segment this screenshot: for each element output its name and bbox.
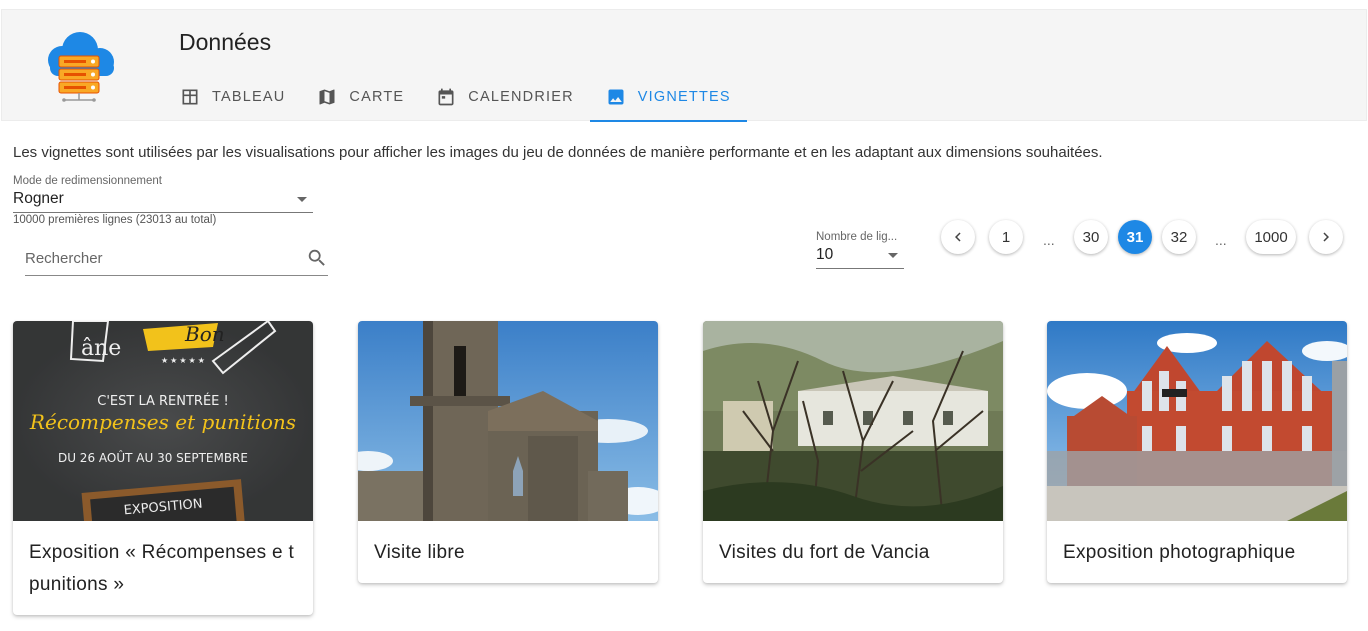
prev-page-button[interactable] bbox=[941, 220, 975, 254]
thumbnail-card[interactable]: Visites du fort de Vancia bbox=[703, 321, 1003, 583]
svg-text:Bon: Bon bbox=[184, 322, 225, 346]
tab-tableau[interactable]: TABLEAU bbox=[164, 74, 301, 120]
map-icon bbox=[319, 89, 335, 105]
page-button[interactable]: 30 bbox=[1074, 220, 1108, 254]
svg-text:âne: âne bbox=[81, 336, 121, 361]
thumbnail-image bbox=[358, 321, 658, 521]
thumbnail-image bbox=[1047, 321, 1347, 521]
cloud-server-icon bbox=[40, 24, 122, 106]
dropdown-caret-icon bbox=[297, 197, 307, 202]
thumbnail-card[interactable]: Exposition photographique bbox=[1047, 321, 1347, 583]
svg-text:★★★★★: ★★★★★ bbox=[161, 356, 207, 365]
tab-label: CARTE bbox=[349, 89, 405, 105]
thumb-text: Récompenses et punitions bbox=[29, 410, 296, 434]
resize-mode-select[interactable]: Mode de redimensionnement Rogner bbox=[13, 175, 313, 213]
tab-carte[interactable]: CARTE bbox=[301, 74, 420, 120]
resize-mode-value-box[interactable]: Rogner bbox=[13, 187, 313, 213]
calendar-icon bbox=[438, 88, 454, 106]
rows-per-page-value-box[interactable]: 10 bbox=[816, 243, 904, 269]
rows-per-page-select[interactable]: Nombre de lig... 10 bbox=[816, 231, 904, 269]
rows-per-page-value: 10 bbox=[816, 246, 834, 263]
tab-label: TABLEAU bbox=[212, 89, 286, 105]
thumb-text: C'EST LA RENTRÉE ! bbox=[97, 393, 228, 409]
resize-mode-label: Mode de redimensionnement bbox=[13, 175, 162, 187]
search-input[interactable] bbox=[25, 244, 295, 272]
thumbnail-card[interactable]: Visite libre bbox=[358, 321, 658, 583]
rows-per-page-label: Nombre de lig... bbox=[816, 231, 898, 243]
search-icon[interactable] bbox=[306, 247, 328, 269]
pagination-ellipsis: ... bbox=[1215, 232, 1227, 248]
card-title: Exposition photographique bbox=[1063, 542, 1296, 563]
chevron-left-icon bbox=[955, 232, 961, 242]
pagination-ellipsis: ... bbox=[1043, 232, 1055, 248]
search-field bbox=[25, 244, 328, 276]
tab-vignettes[interactable]: VIGNETTES bbox=[589, 74, 747, 122]
app-header: Données TABLEAU CARTE CALENDRIER VIGNETT… bbox=[1, 9, 1367, 122]
chevron-right-icon bbox=[1323, 232, 1329, 242]
page-title: Données bbox=[179, 29, 272, 55]
resize-mode-value: Rogner bbox=[13, 190, 64, 207]
page-button-current[interactable]: 31 bbox=[1118, 220, 1152, 254]
description-text: Les vignettes sont utilisées par les vis… bbox=[13, 144, 1103, 161]
thumbnail-card[interactable]: âne Bon ★★★★★ C'EST LA RENTRÉE ! Récompe… bbox=[13, 321, 313, 615]
tab-calendrier[interactable]: CALENDRIER bbox=[420, 74, 589, 120]
page-button[interactable]: 1 bbox=[989, 220, 1023, 254]
card-title: Visites du fort de Vancia bbox=[719, 542, 930, 563]
rows-info: 10000 premières lignes (23013 au total) bbox=[13, 214, 217, 226]
thumb-text: DU 26 AOÛT AU 30 SEPTEMBRE bbox=[58, 450, 248, 465]
tab-bar: TABLEAU CARTE CALENDRIER VIGNETTES bbox=[164, 74, 747, 122]
tab-label: CALENDRIER bbox=[468, 89, 574, 105]
next-page-button[interactable] bbox=[1309, 220, 1343, 254]
page-button[interactable]: 1000 bbox=[1246, 220, 1296, 254]
image-icon bbox=[608, 89, 624, 105]
tab-label: VIGNETTES bbox=[637, 89, 731, 105]
thumbnail-image bbox=[703, 321, 1003, 521]
page-button[interactable]: 32 bbox=[1162, 220, 1196, 254]
thumbnail-image: âne Bon ★★★★★ C'EST LA RENTRÉE ! Récompe… bbox=[13, 321, 313, 521]
dropdown-caret-icon bbox=[888, 253, 898, 258]
card-title: Exposition « Récompenses e t punitions » bbox=[29, 542, 295, 595]
card-title: Visite libre bbox=[374, 542, 465, 563]
table-icon bbox=[182, 89, 198, 105]
